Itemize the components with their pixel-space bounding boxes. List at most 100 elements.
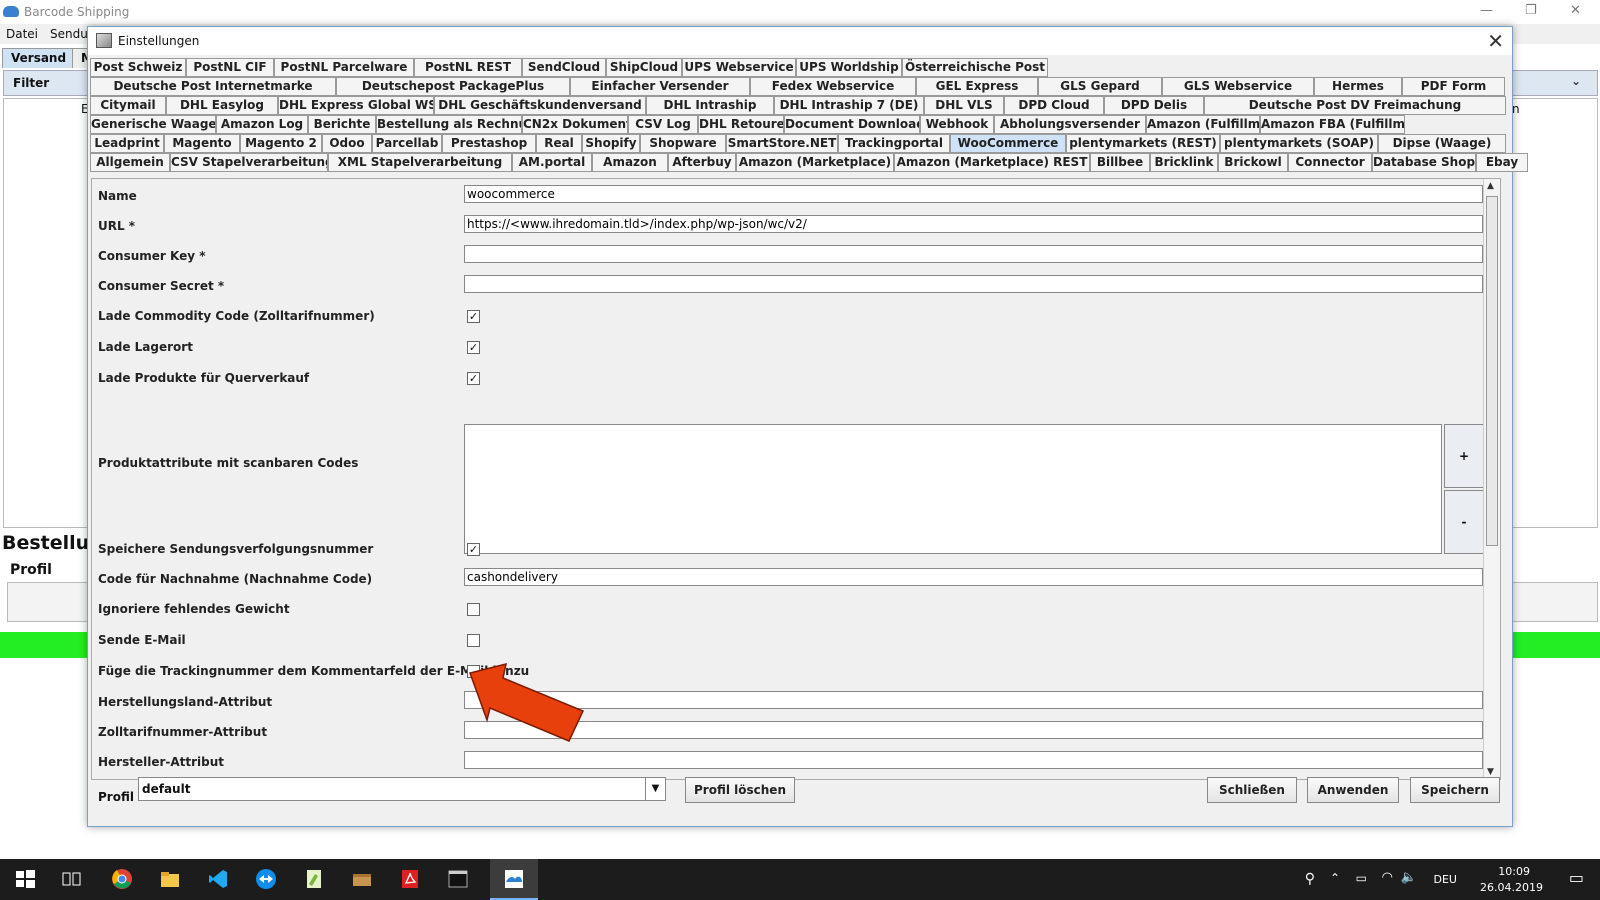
language-indicator[interactable]: DEU: [1434, 873, 1457, 886]
tab-abholungsversender[interactable]: Abholungsversender: [994, 115, 1146, 134]
url-input[interactable]: [464, 215, 1483, 233]
attribute-add-button[interactable]: +: [1444, 424, 1484, 488]
vscode-icon[interactable]: [207, 868, 229, 890]
querverkauf-checkbox[interactable]: ✓: [467, 372, 480, 385]
tab-dhl-intraship-7-de[interactable]: DHL Intraship 7 (DE): [774, 96, 924, 115]
tab-amazon[interactable]: Amazon: [592, 153, 668, 172]
teamviewer-icon[interactable]: [255, 868, 277, 890]
origin-country-input[interactable]: [464, 691, 1483, 709]
tariff-attribute-input[interactable]: [464, 721, 1483, 739]
lagerort-checkbox[interactable]: ✓: [467, 341, 480, 354]
tab-ebay[interactable]: Ebay: [1476, 153, 1528, 172]
tab-document-downloader[interactable]: Document Downloader: [784, 115, 920, 134]
tab-sendcloud[interactable]: SendCloud: [522, 58, 606, 77]
tab-am-portal[interactable]: AM.portal: [512, 153, 592, 172]
tab-amazon-marketplace-rest[interactable]: Amazon (Marketplace) REST: [894, 153, 1090, 172]
tab-allgemein[interactable]: Allgemein: [90, 153, 170, 172]
close-button[interactable]: Schließen: [1207, 777, 1297, 803]
chevron-down-icon[interactable]: ▼: [645, 778, 665, 800]
tab-dhl-express-global-ws[interactable]: DHL Express Global WS: [278, 96, 434, 115]
scroll-thumb[interactable]: [1486, 196, 1498, 546]
scroll-up-icon[interactable]: ▲: [1487, 181, 1494, 191]
tab-dhl-geschäftskundenversand[interactable]: DHL Geschäftskundenversand: [434, 96, 646, 115]
tab-plentymarkets-soap[interactable]: plentymarkets (SOAP): [1220, 134, 1378, 153]
tab-einfacher-versender[interactable]: Einfacher Versender: [570, 77, 750, 96]
tab-ups-worldship[interactable]: UPS Worldship: [796, 58, 902, 77]
tab-postnl-cif[interactable]: PostNL CIF: [186, 58, 274, 77]
tab-afterbuy[interactable]: Afterbuy: [668, 153, 736, 172]
tab-connector[interactable]: Connector: [1288, 153, 1372, 172]
menu-send[interactable]: Sendu: [50, 27, 88, 41]
notifications-icon[interactable]: ▭: [1569, 868, 1584, 887]
tab-real[interactable]: Real: [536, 134, 582, 153]
attribute-remove-button[interactable]: -: [1444, 490, 1484, 554]
save-button[interactable]: Speichern: [1410, 777, 1500, 803]
tab-gls-gepard[interactable]: GLS Gepard: [1038, 77, 1162, 96]
tab-shopify[interactable]: Shopify: [582, 134, 640, 153]
tab-leadprint[interactable]: Leadprint: [90, 134, 164, 153]
tab-amazon-fulfillment[interactable]: Amazon (Fulfillment): [1146, 115, 1260, 134]
tab-citymail[interactable]: Citymail: [90, 96, 166, 115]
people-icon[interactable]: ⚲: [1305, 871, 1315, 887]
tab-österreichische-post[interactable]: Österreichische Post: [902, 58, 1048, 77]
tab-dhl-easylog[interactable]: DHL Easylog: [166, 96, 278, 115]
minimize-button[interactable]: —: [1480, 3, 1493, 18]
tab-amazon-log[interactable]: Amazon Log: [216, 115, 308, 134]
commodity-checkbox[interactable]: ✓: [467, 310, 480, 323]
tab-magento[interactable]: Magento: [164, 134, 240, 153]
package-icon[interactable]: [351, 868, 373, 890]
tab-deutsche-post-dv-freimachung[interactable]: Deutsche Post DV Freimachung: [1204, 96, 1506, 115]
tab-smartstore-net[interactable]: SmartStore.NET: [726, 134, 838, 153]
tab-csv-log[interactable]: CSV Log: [628, 115, 698, 134]
volume-muted-icon[interactable]: 🔈: [1401, 870, 1417, 885]
tab-odoo[interactable]: Odoo: [322, 134, 372, 153]
tab-postnl-rest[interactable]: PostNL REST: [414, 58, 522, 77]
tab-bestellung-als-rechnung[interactable]: Bestellung als Rechnung: [376, 115, 522, 134]
tab-amazon-fba-fulfillment[interactable]: Amazon FBA (Fulfillment): [1260, 115, 1405, 134]
tab-deutschepost-packageplus[interactable]: Deutschepost PackagePlus: [336, 77, 570, 96]
tab-amazon-marketplace[interactable]: Amazon (Marketplace): [736, 153, 894, 172]
chevron-up-icon[interactable]: ⌃: [1330, 871, 1340, 885]
acrobat-icon[interactable]: [399, 868, 421, 890]
tab-dhl-retoure[interactable]: DHL Retoure: [698, 115, 784, 134]
tab-brickowl[interactable]: Brickowl: [1218, 153, 1288, 172]
terminal-icon[interactable]: [447, 868, 469, 890]
clock-date[interactable]: 26.04.2019: [1480, 881, 1543, 894]
scroll-down-icon[interactable]: ▼: [1487, 767, 1494, 777]
apply-button[interactable]: Anwenden: [1307, 777, 1399, 803]
tab-parcellab[interactable]: Parcellab: [372, 134, 442, 153]
tab-dhl-intraship[interactable]: DHL Intraship: [646, 96, 774, 115]
profil-select[interactable]: default ▼: [138, 777, 666, 801]
manufacturer-input[interactable]: [464, 751, 1483, 769]
tab-csv-stapelverarbeitung[interactable]: CSV Stapelverarbeitung: [170, 153, 328, 172]
battery-icon[interactable]: ▭: [1356, 871, 1367, 885]
consumer-key-input[interactable]: [464, 245, 1483, 263]
notepad-plus-icon[interactable]: [303, 868, 325, 890]
tab-gel-express[interactable]: GEL Express: [916, 77, 1038, 96]
tab-magento-2[interactable]: Magento 2: [240, 134, 322, 153]
file-explorer-icon[interactable]: [159, 868, 181, 890]
tab-plentymarkets-rest[interactable]: plentymarkets (REST): [1066, 134, 1220, 153]
tab-dpd-delis[interactable]: DPD Delis: [1104, 96, 1204, 115]
tab-trackingportal[interactable]: Trackingportal: [838, 134, 950, 153]
tab-pdf-form[interactable]: PDF Form: [1402, 77, 1505, 96]
tab-database-shop[interactable]: Database Shop: [1372, 153, 1476, 172]
clock-time[interactable]: 10:09: [1498, 865, 1530, 878]
menu-file[interactable]: Datei: [6, 27, 38, 41]
chrome-icon[interactable]: [111, 868, 133, 890]
tab-woocommerce[interactable]: WooCommerce: [950, 134, 1066, 153]
tab-xml-stapelverarbeitung[interactable]: XML Stapelverarbeitung: [328, 153, 512, 172]
tab-deutsche-post-internetmarke[interactable]: Deutsche Post Internetmarke: [90, 77, 336, 96]
tab-generische-waage[interactable]: Generische Waage: [90, 115, 216, 134]
task-view-icon[interactable]: [60, 868, 82, 890]
nachnahme-input[interactable]: [464, 568, 1483, 586]
tab-gls-webservice[interactable]: GLS Webservice: [1162, 77, 1314, 96]
tab-shipcloud[interactable]: ShipCloud: [606, 58, 682, 77]
tab-dipse-waage[interactable]: Dipse (Waage): [1378, 134, 1506, 153]
tab-dpd-cloud[interactable]: DPD Cloud: [1004, 96, 1104, 115]
restore-button[interactable]: ❐: [1525, 3, 1537, 18]
tracking-save-checkbox[interactable]: ✓: [467, 543, 480, 556]
tracking-comment-checkbox[interactable]: [467, 665, 480, 678]
tab-bricklink[interactable]: Bricklink: [1150, 153, 1218, 172]
tab-shopware[interactable]: Shopware: [640, 134, 726, 153]
